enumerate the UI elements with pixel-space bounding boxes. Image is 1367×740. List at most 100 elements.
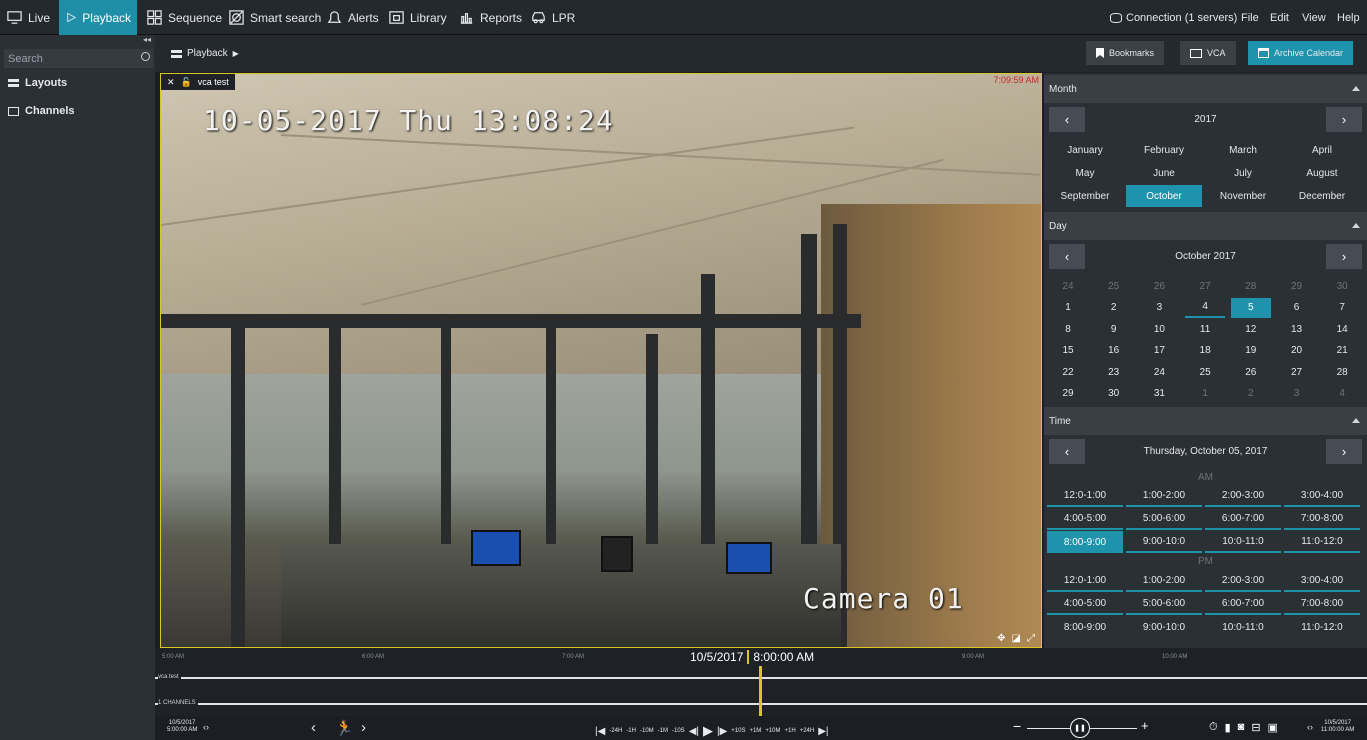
speed-minus-icon[interactable]: −	[1013, 718, 1021, 734]
time-slot[interactable]: 2:00-3:00	[1205, 570, 1281, 592]
prev-year-button[interactable]: ‹	[1049, 107, 1085, 132]
day-cell[interactable]: 19	[1231, 341, 1271, 361]
collapse-panel-icon[interactable]: ◂◂	[143, 35, 151, 44]
step-fwd-24h[interactable]: +24H	[800, 728, 815, 734]
time-slot[interactable]: 11:0-12:0	[1284, 531, 1360, 553]
day-cell[interactable]: 12	[1231, 319, 1271, 339]
month-option[interactable]: August	[1284, 162, 1360, 184]
day-cell[interactable]: 18	[1185, 341, 1225, 361]
prev-day-button[interactable]: ‹	[1049, 439, 1085, 464]
day-cell[interactable]: 7	[1322, 298, 1362, 318]
time-slot[interactable]: 10:0-11:0	[1205, 531, 1281, 553]
month-section-header[interactable]: Month	[1044, 75, 1367, 103]
clock-icon[interactable]: ⏱	[1209, 721, 1218, 734]
time-section-header[interactable]: Time	[1044, 407, 1367, 435]
range-end[interactable]: 10/5/2017 11:00:00 AM	[1321, 720, 1354, 734]
bookmark-add-icon[interactable]: ▮	[1225, 721, 1231, 734]
step-fwd-1h[interactable]: +1H	[785, 728, 796, 734]
step-back-24h[interactable]: -24H	[609, 728, 622, 734]
next-month-button[interactable]: ›	[1326, 244, 1362, 269]
time-slot[interactable]: 6:00-7:00	[1205, 508, 1281, 530]
time-slot[interactable]: 9:00-10:0	[1126, 531, 1202, 553]
tab-lpr[interactable]: LPR	[524, 0, 581, 35]
day-cell[interactable]: 5	[1230, 297, 1271, 318]
day-cell[interactable]: 8	[1048, 319, 1088, 339]
step-back-1h[interactable]: -1H	[626, 728, 636, 734]
time-slot[interactable]: 5:00-6:00	[1126, 593, 1202, 615]
month-option[interactable]: October	[1126, 185, 1202, 207]
time-slot[interactable]: 7:00-8:00	[1284, 593, 1360, 615]
sidebar-item-layouts[interactable]: Layouts	[8, 77, 67, 89]
skip-start-icon[interactable]: |◀	[595, 726, 605, 737]
fullscreen-icon[interactable]: ⤢	[1027, 633, 1035, 644]
month-option[interactable]: June	[1126, 162, 1202, 184]
time-slot[interactable]: 12:0-1:00	[1047, 570, 1123, 592]
menu-view[interactable]: View	[1302, 0, 1326, 35]
time-slot[interactable]: 8:00-9:00	[1047, 616, 1123, 638]
tab-library[interactable]: Library	[382, 0, 453, 35]
timeline-playhead[interactable]	[759, 666, 762, 716]
day-cell[interactable]: 27	[1277, 362, 1317, 382]
speed-slider[interactable]: − ❚❚ +	[1013, 716, 1153, 740]
frame-back-icon[interactable]: ◀|	[689, 726, 699, 737]
next-day-button[interactable]: ›	[1326, 439, 1362, 464]
month-option[interactable]: December	[1284, 185, 1360, 207]
tab-sequence[interactable]: Sequence	[140, 0, 228, 35]
time-slot[interactable]: 4:00-5:00	[1047, 508, 1123, 530]
time-slot[interactable]: 10:0-11:0	[1205, 616, 1281, 638]
video-viewport[interactable]: 10-05-2017 Thu 13:08:24 Camera 01 ✕ 🔓 vc…	[160, 73, 1042, 648]
month-option[interactable]: April	[1284, 139, 1360, 161]
search-icon[interactable]	[141, 52, 150, 61]
snapshot-icon[interactable]: ◙	[1238, 721, 1245, 734]
day-cell[interactable]: 28	[1322, 362, 1362, 382]
day-cell[interactable]: 20	[1277, 341, 1317, 361]
day-cell[interactable]: 11	[1185, 319, 1225, 339]
time-slot[interactable]: 3:00-4:00	[1284, 485, 1360, 507]
day-cell[interactable]: 24	[1139, 362, 1179, 382]
day-cell[interactable]: 30	[1094, 384, 1134, 404]
day-cell[interactable]: 29	[1048, 384, 1088, 404]
tab-reports[interactable]: Reports	[452, 0, 528, 35]
archive-calendar-button[interactable]: Archive Calendar	[1248, 41, 1354, 65]
image-adjust-icon[interactable]: ◪	[1012, 633, 1021, 644]
close-icon[interactable]: ✕	[167, 77, 175, 88]
month-option[interactable]: July	[1205, 162, 1281, 184]
speed-plus-icon[interactable]: +	[1141, 718, 1149, 733]
menu-file[interactable]: File	[1241, 0, 1259, 35]
time-slot[interactable]: 11:0-12:0	[1284, 616, 1360, 638]
day-cell[interactable]: 6	[1277, 298, 1317, 318]
month-option[interactable]: May	[1047, 162, 1123, 184]
play-icon[interactable]: ▶	[703, 723, 713, 739]
archive-icon[interactable]: ⊟	[1251, 721, 1260, 734]
time-slot[interactable]: 1:00-2:00	[1126, 485, 1202, 507]
month-option[interactable]: September	[1047, 185, 1123, 207]
vca-button[interactable]: VCA	[1180, 41, 1236, 65]
day-cell[interactable]: 1	[1048, 298, 1088, 318]
range-start-adjust-icon[interactable]: ‹›	[203, 722, 209, 732]
search-input[interactable]	[4, 49, 153, 68]
prev-month-button[interactable]: ‹	[1049, 244, 1085, 269]
time-slot[interactable]: 4:00-5:00	[1047, 593, 1123, 615]
range-start[interactable]: 10/5/2017 5:00:00 AM	[167, 720, 197, 734]
speed-handle[interactable]: ❚❚	[1070, 718, 1090, 738]
time-slot[interactable]: 7:00-8:00	[1284, 508, 1360, 530]
time-slot[interactable]: 9:00-10:0	[1126, 616, 1202, 638]
frame-forward-icon[interactable]: |▶	[717, 726, 727, 737]
bookmarks-button[interactable]: Bookmarks	[1086, 41, 1165, 65]
motion-filter-icon[interactable]: 🏃	[335, 719, 354, 737]
day-cell[interactable]: 23	[1094, 362, 1134, 382]
next-event-button[interactable]: ›	[361, 719, 366, 736]
tab-live[interactable]: Live	[0, 0, 58, 35]
day-cell[interactable]: 4	[1185, 298, 1226, 318]
day-cell[interactable]: 16	[1094, 341, 1134, 361]
day-cell[interactable]: 26	[1231, 362, 1271, 382]
month-option[interactable]: January	[1047, 139, 1123, 161]
day-cell[interactable]: 13	[1277, 319, 1317, 339]
day-cell[interactable]: 2	[1094, 298, 1134, 318]
month-option[interactable]: March	[1205, 139, 1281, 161]
menu-help[interactable]: Help	[1337, 0, 1360, 35]
time-slot[interactable]: 2:00-3:00	[1205, 485, 1281, 507]
day-cell[interactable]: 17	[1139, 341, 1179, 361]
export-video-icon[interactable]: ▣	[1268, 721, 1278, 734]
sidebar-item-channels[interactable]: Channels	[8, 105, 75, 117]
